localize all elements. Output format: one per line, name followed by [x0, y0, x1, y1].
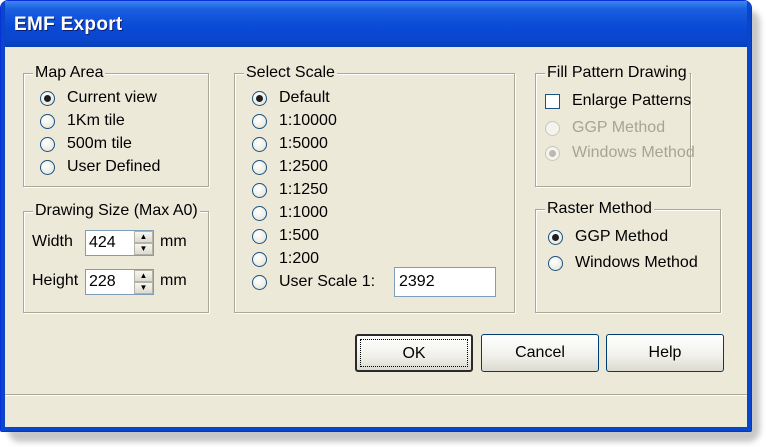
scale-option-1-200[interactable]: 1:200	[252, 249, 319, 269]
scale-option-1-10000[interactable]: 1:10000	[252, 111, 337, 131]
radio-icon[interactable]	[40, 113, 55, 129]
select-scale-label: Select Scale	[244, 64, 337, 82]
radio-selected-icon	[545, 145, 560, 161]
radio-icon[interactable]	[40, 136, 55, 152]
raster-option-windows[interactable]: Windows Method	[548, 253, 698, 273]
scale-option-1-2500[interactable]: 1:2500	[252, 157, 328, 177]
raster-method-group: Raster Method GGP Method Windows Method	[535, 200, 721, 313]
radio-icon[interactable]	[252, 113, 267, 129]
radio-icon[interactable]	[40, 159, 55, 175]
ok-button[interactable]: OK	[355, 334, 473, 372]
drawing-size-label: Drawing Size (Max A0)	[33, 202, 200, 220]
spin-down-icon[interactable]: ▼	[134, 243, 153, 255]
map-area-option-1km-tile[interactable]: 1Km tile	[40, 111, 125, 131]
scale-option-default[interactable]: Default	[252, 88, 330, 108]
spin-up-icon[interactable]: ▲	[134, 270, 153, 282]
spin-up-icon[interactable]: ▲	[134, 231, 153, 243]
spin-down-icon[interactable]: ▼	[134, 282, 153, 294]
cancel-button[interactable]: Cancel	[481, 334, 599, 372]
width-spinner[interactable]: 424 ▲ ▼	[85, 230, 154, 256]
radio-icon[interactable]	[252, 251, 267, 267]
map-area-option-500m-tile[interactable]: 500m tile	[40, 134, 132, 154]
checkbox-icon[interactable]	[545, 93, 560, 109]
height-value[interactable]: 228	[86, 270, 134, 294]
scale-option-1-1250[interactable]: 1:1250	[252, 180, 328, 200]
drawing-size-group: Drawing Size (Max A0) Width 424 ▲ ▼ mm He…	[23, 202, 209, 313]
map-area-option-current-view[interactable]: Current view	[40, 88, 157, 108]
width-value[interactable]: 424	[86, 231, 134, 255]
user-scale-input[interactable]: 2392	[394, 267, 496, 297]
select-scale-group: Select Scale Default 1:10000 1:5000 1:25…	[234, 64, 515, 313]
radio-icon	[545, 120, 560, 136]
raster-option-ggp[interactable]: GGP Method	[548, 227, 668, 247]
title-bar[interactable]: EMF Export	[1, 1, 751, 47]
radio-selected-icon[interactable]	[252, 90, 267, 106]
radio-icon[interactable]	[548, 255, 563, 271]
scale-option-1-500[interactable]: 1:500	[252, 226, 319, 246]
help-button[interactable]: Help	[606, 334, 724, 372]
map-area-group: Map Area Current view 1Km tile 500m tile…	[23, 64, 209, 187]
radio-icon[interactable]	[252, 205, 267, 221]
scale-option-user-scale[interactable]: User Scale 1:	[252, 272, 375, 292]
radio-icon[interactable]	[252, 274, 267, 290]
fill-pattern-option-ggp: GGP Method	[545, 118, 665, 138]
fill-pattern-option-windows: Windows Method	[545, 143, 695, 163]
status-bar	[5, 394, 747, 427]
radio-selected-icon[interactable]	[548, 229, 563, 245]
raster-method-label: Raster Method	[545, 200, 654, 218]
scale-option-1-1000[interactable]: 1:1000	[252, 203, 328, 223]
radio-icon[interactable]	[252, 182, 267, 198]
height-unit: mm	[160, 272, 187, 289]
map-area-option-user-defined[interactable]: User Defined	[40, 157, 160, 177]
focus-rectangle	[360, 339, 468, 367]
height-spinner[interactable]: 228 ▲ ▼	[85, 269, 154, 295]
fill-pattern-group: Fill Pattern Drawing Enlarge Patterns GG…	[535, 64, 695, 187]
map-area-label: Map Area	[33, 64, 106, 82]
radio-selected-icon[interactable]	[40, 90, 55, 106]
dialog-body: Map Area Current view 1Km tile 500m tile…	[5, 47, 747, 427]
emf-export-dialog: EMF Export Map Area Current view 1Km til…	[0, 0, 752, 432]
width-unit: mm	[160, 233, 187, 250]
scale-option-1-5000[interactable]: 1:5000	[252, 134, 328, 154]
radio-icon[interactable]	[252, 136, 267, 152]
enlarge-patterns-checkbox[interactable]: Enlarge Patterns	[545, 91, 691, 111]
width-label: Width	[32, 233, 73, 250]
radio-icon[interactable]	[252, 228, 267, 244]
fill-pattern-label: Fill Pattern Drawing	[545, 64, 689, 82]
height-label: Height	[32, 272, 79, 289]
window-title: EMF Export	[14, 14, 123, 35]
radio-icon[interactable]	[252, 159, 267, 175]
